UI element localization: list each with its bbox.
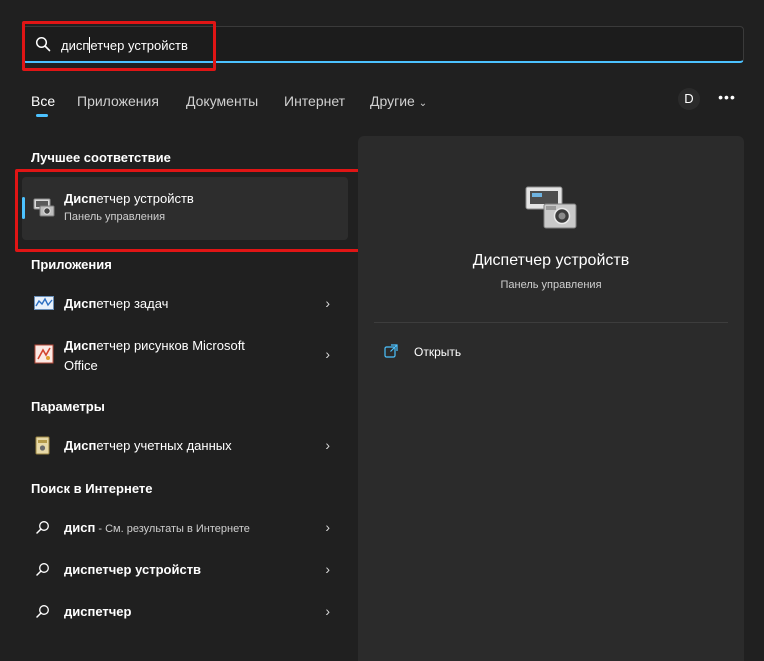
more-options-button[interactable]: •••	[716, 88, 738, 110]
chevron-right-icon: ›	[325, 561, 330, 577]
tab-all[interactable]: Все	[31, 93, 55, 109]
list-item-web-result[interactable]: диспетчер устройств ›	[22, 554, 348, 586]
settings-heading: Параметры	[31, 399, 105, 414]
best-match-heading: Лучшее соответствие	[31, 150, 171, 165]
chevron-down-icon: ⌄	[418, 98, 428, 109]
chevron-right-icon: ›	[325, 437, 330, 453]
list-item-web-result[interactable]: диспетчер ›	[22, 596, 348, 628]
list-item-credential-manager[interactable]: Диспетчер учетных данных ›	[22, 430, 348, 462]
search-icon	[36, 604, 50, 623]
list-item-web-result[interactable]: дисп - См. результаты в Интернете ›	[22, 512, 348, 544]
list-item-label: Диспетчер рисунков Microsoft Office	[64, 338, 245, 373]
list-item-label: диспетчер устройств	[64, 562, 202, 577]
chevron-right-icon: ›	[325, 519, 330, 535]
device-manager-icon	[522, 184, 580, 237]
list-item-label: диспетчер	[64, 604, 132, 619]
highlight-box-search	[22, 21, 216, 71]
preview-panel: Диспетчер устройств Панель управления От…	[358, 136, 744, 661]
search-icon	[36, 562, 50, 581]
tab-documents[interactable]: Документы	[186, 93, 258, 109]
highlight-box-best-match	[15, 169, 361, 252]
search-icon	[36, 520, 50, 539]
list-item-label: дисп - См. результаты в Интернете	[64, 520, 250, 535]
task-manager-icon	[34, 294, 54, 317]
list-item-label: Диспетчер задач	[64, 296, 169, 311]
list-item-task-manager[interactable]: Диспетчер задач ›	[22, 288, 348, 320]
tab-other-label: Другие	[370, 93, 415, 109]
web-search-heading: Поиск в Интернете	[31, 481, 153, 496]
tab-internet[interactable]: Интернет	[284, 93, 345, 109]
list-item-label: Диспетчер учетных данных	[64, 438, 232, 453]
tab-active-indicator	[36, 114, 48, 117]
paint-icon	[34, 344, 54, 369]
divider	[374, 322, 728, 323]
tab-other[interactable]: Другие ⌄	[370, 93, 427, 109]
apps-heading: Приложения	[31, 257, 112, 272]
chevron-right-icon: ›	[325, 295, 330, 311]
open-external-icon[interactable]	[384, 344, 398, 363]
preview-title: Диспетчер устройств	[472, 252, 630, 269]
list-item-paint[interactable]: Диспетчер рисунков Microsoft Office ›	[22, 336, 348, 378]
tab-apps[interactable]: Приложения	[77, 93, 159, 109]
open-button[interactable]: Открыть	[414, 345, 461, 359]
credential-manager-icon	[34, 436, 52, 461]
chevron-right-icon: ›	[325, 603, 330, 619]
avatar[interactable]: D	[678, 88, 700, 110]
preview-subtitle: Панель управления	[500, 279, 602, 291]
chevron-right-icon: ›	[325, 346, 330, 362]
